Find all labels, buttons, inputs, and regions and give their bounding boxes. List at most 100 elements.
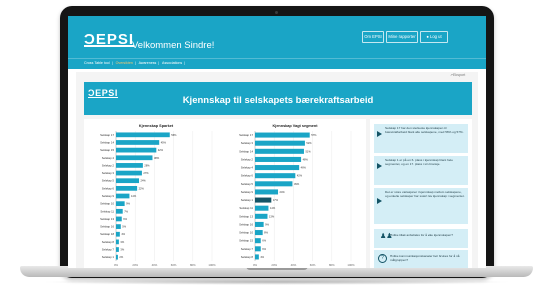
y-tick-label: Selskap 13 [239, 214, 253, 218]
bar [116, 239, 119, 245]
data-label: 48% [303, 157, 309, 161]
logout-button[interactable]: ● Log ut [420, 31, 448, 43]
data-label: 6% [262, 247, 266, 251]
bar [116, 224, 121, 229]
data-label: 24% [141, 179, 147, 183]
bar [255, 140, 305, 146]
y-tick-label: Selskap 5 [241, 182, 254, 186]
bar [255, 230, 263, 236]
y-tick-label: Selskap 16 [100, 225, 114, 229]
bar [255, 197, 272, 203]
insight-text: Selskap 17 har den sterkeste kjennskapen… [385, 126, 464, 135]
bar [116, 208, 123, 214]
x-tick-label: 20% [132, 263, 138, 267]
epsi-logo[interactable]: ƆEPSI [84, 31, 134, 48]
nav-item-cross-table[interactable]: Cross Table tool [84, 61, 110, 65]
y-tick-label: Selskap 7 [102, 248, 115, 252]
bar [116, 163, 143, 168]
x-tick-label: 80% [190, 263, 196, 267]
y-tick-label: Selskap 17 [100, 133, 114, 137]
data-label: 6% [262, 239, 266, 243]
x-tick-label: 0% [253, 263, 258, 267]
data-label: 8% [264, 231, 268, 235]
data-label: 22% [139, 186, 145, 190]
y-tick-label: Selskap 1 [241, 198, 254, 202]
laptop-screen: ƆEPSI Velkommen Sindre! Om EPSI Mine rap… [68, 16, 486, 268]
x-tick-label: 40% [291, 263, 297, 267]
bar [116, 178, 140, 184]
info-text: Hvilke kommunikasjonskanaler bør brukes … [390, 254, 460, 263]
chart-title: Kjennskap Sparket [139, 124, 174, 128]
y-tick-label: Selskap 4 [102, 156, 115, 160]
data-label: 14% [131, 194, 137, 198]
data-label: 13% [269, 214, 275, 218]
bar [116, 231, 120, 237]
data-label: 2% [119, 255, 123, 259]
bar [255, 148, 304, 154]
bar [116, 216, 122, 222]
user-icon: ● [426, 34, 429, 39]
y-tick-label: Selskap 2 [241, 157, 254, 161]
camera-icon [275, 11, 278, 14]
insight-text: Selskap 1 er på en 6. plass i kjennskap … [385, 158, 453, 167]
nav-separator: | [111, 61, 113, 65]
data-label: 27% [143, 171, 149, 175]
y-tick-label: Selskap 7 [241, 247, 254, 251]
data-label: 57% [311, 133, 317, 137]
bar [255, 213, 268, 219]
data-label: 42% [158, 148, 164, 152]
data-label: 4% [121, 232, 125, 236]
y-tick-label: Selskap 10 [100, 202, 114, 206]
data-label: 9% [126, 202, 130, 206]
nav-item-overview[interactable]: Oversikten [116, 61, 133, 65]
x-tick-label: 0% [114, 263, 119, 267]
x-tick-label: 60% [310, 263, 316, 267]
data-label: 28% [144, 163, 150, 167]
charts-svg: Kjennskap Sparket 0% 20% 40% 60% 80% 100% Selsk… [100, 124, 355, 267]
bar [255, 173, 296, 179]
export-link[interactable]: ↗Eksport [450, 73, 465, 77]
data-label: 7% [124, 209, 128, 213]
chart-panel: Kjennskap Sparket 0% 20% 40% 60% 80% 100% Selsk… [84, 119, 366, 268]
x-tick-label: 60% [171, 263, 177, 267]
y-tick-label: Selskap 8 [241, 255, 254, 259]
bar [255, 246, 261, 252]
bar [255, 189, 279, 195]
insight-arrow-icon [377, 163, 382, 169]
main-nav: Cross Table tool | Oversikten | Awareness |… [84, 59, 187, 68]
data-label: 51% [305, 149, 311, 153]
data-label: 46% [301, 166, 307, 170]
my-reports-button[interactable]: Mine rapporter [386, 31, 418, 43]
nav-item-awareness[interactable]: Awareness [139, 61, 157, 65]
data-label: 14% [270, 206, 276, 210]
x-tick-label: 20% [271, 263, 277, 267]
bar [255, 181, 293, 187]
data-label: 24% [280, 190, 286, 194]
data-label: 5% [122, 225, 126, 229]
y-tick-label: Selskap 15 [100, 148, 114, 152]
y-tick-label: Selskap 3 [241, 141, 254, 145]
bar [116, 140, 160, 145]
y-tick-label: Selskap 8 [102, 240, 115, 244]
bar [255, 205, 269, 211]
y-tick-label: Selskap 6 [241, 174, 254, 178]
nav-item-associations[interactable]: Associations [162, 61, 182, 65]
welcome-text: Velkommen Sindre! [132, 40, 215, 51]
bar [255, 254, 259, 260]
chart-title: Kjennskap Vagt segment [273, 124, 319, 128]
data-label: 6% [123, 217, 127, 221]
info-text: Hvilke tiltak anbefales for å øke kjenns… [390, 233, 453, 237]
bar [255, 221, 264, 227]
about-button[interactable]: Om EPSI [362, 31, 384, 43]
y-tick-label: Selskap 9 [241, 190, 254, 194]
bar [116, 254, 118, 260]
data-label: 17% [273, 198, 279, 202]
question-icon: ? [378, 254, 387, 263]
y-tick-label: Selskap 16 [239, 222, 253, 226]
nav-separator: | [158, 61, 160, 65]
bar [116, 193, 130, 199]
bar [116, 247, 119, 252]
y-tick-label: Selskap 18 [100, 232, 114, 236]
laptop-shadow [40, 279, 513, 285]
bar [116, 147, 157, 153]
